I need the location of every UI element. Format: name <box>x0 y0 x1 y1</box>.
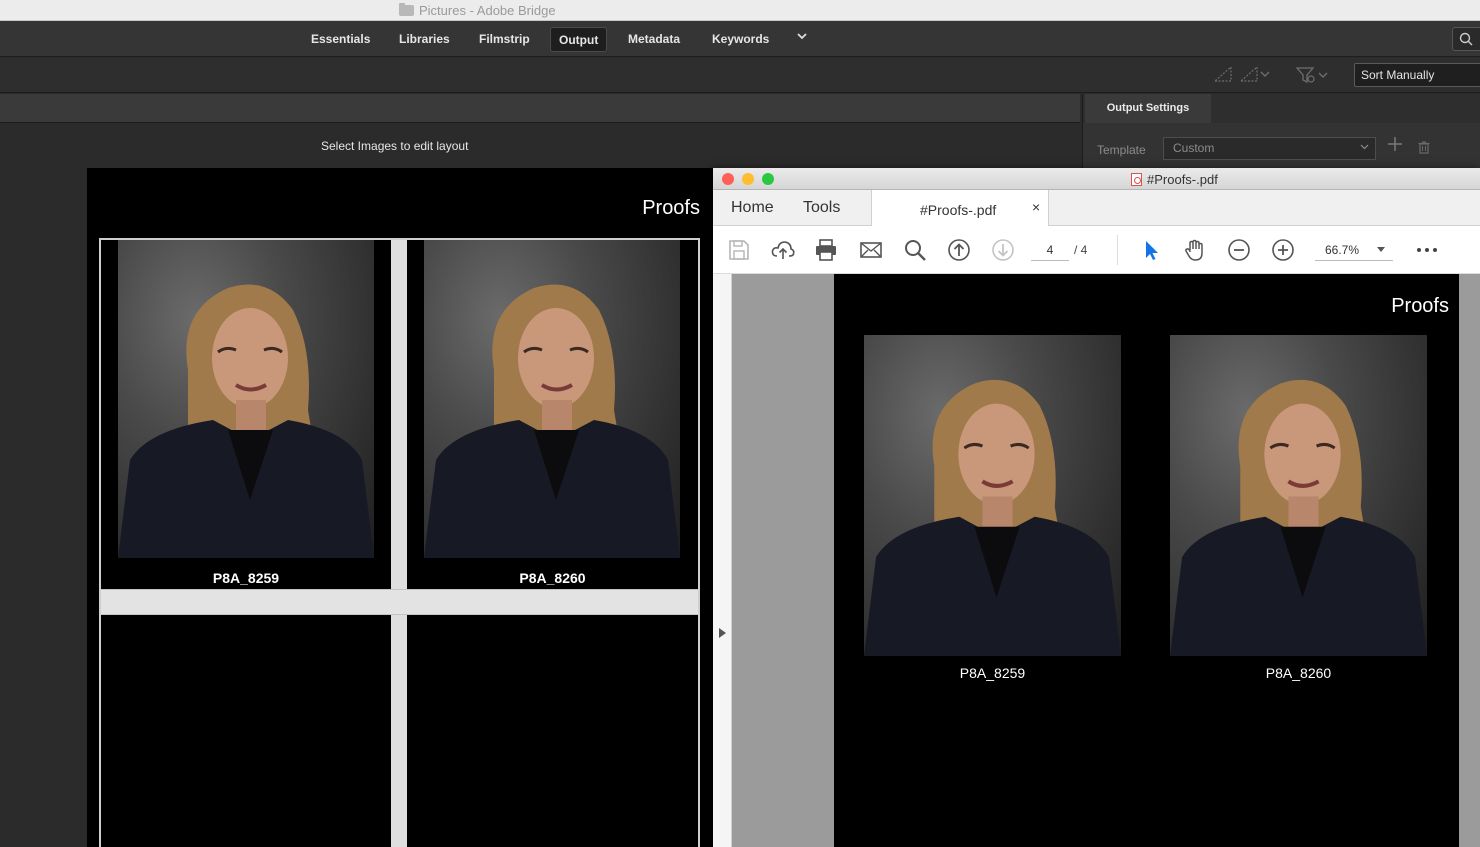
search-button[interactable] <box>1452 27 1480 51</box>
tab-output-settings[interactable]: Output Settings <box>1085 94 1211 123</box>
portrait-graphic <box>864 379 1121 656</box>
workspace-bar: Essentials Libraries Filmstrip Output Me… <box>0 21 1480 57</box>
next-page-icon[interactable] <box>991 238 1015 262</box>
grid-gutter-vertical <box>391 240 407 847</box>
portrait-graphic <box>1170 379 1427 656</box>
chevron-down-icon <box>1360 138 1369 159</box>
chevron-down-icon <box>1377 239 1385 261</box>
delete-template-icon[interactable] <box>1417 140 1431 159</box>
email-icon[interactable] <box>859 238 883 262</box>
thumbnail-caption: P8A_8259 <box>212 570 280 586</box>
tools-tab[interactable]: Tools <box>803 199 840 217</box>
zoom-level-dropdown[interactable]: 66.7% <box>1315 239 1393 261</box>
expand-panel-icon[interactable] <box>719 628 726 641</box>
acrobat-toolbar: 4 / 4 66.7% <box>713 226 1480 274</box>
document-tab-name: #Proofs-.pdf <box>920 202 997 218</box>
previous-page-icon[interactable] <box>947 238 971 262</box>
contact-sheet-grid: P8A_8259 P8A_8260 <box>99 238 700 847</box>
workspace-more-chevron-icon[interactable] <box>793 30 811 48</box>
workspace-tab-essentials[interactable]: Essentials <box>303 27 378 52</box>
window-title-text: Pictures - Adobe Bridge <box>419 3 556 18</box>
thumbnail-image <box>424 240 680 558</box>
zoom-in-icon[interactable] <box>1271 238 1295 262</box>
document-tab[interactable]: #Proofs-.pdf × <box>871 190 1049 226</box>
toolbar-divider <box>1117 235 1118 265</box>
zoom-out-icon[interactable] <box>1227 238 1251 262</box>
rating-filter-icon[interactable] <box>1213 65 1232 85</box>
add-template-icon[interactable] <box>1387 135 1403 158</box>
grid-cell-1[interactable]: P8A_8259 <box>101 240 391 589</box>
minimize-window-button[interactable] <box>742 173 754 185</box>
acrobat-tab-bar: Home Tools #Proofs-.pdf × <box>713 190 1480 226</box>
close-tab-icon[interactable]: × <box>1032 199 1040 215</box>
portrait-graphic <box>118 284 374 558</box>
workspace-tab-filmstrip[interactable]: Filmstrip <box>471 27 538 52</box>
filter-toolbar: Sort Manually <box>0 58 1480 93</box>
more-options-icon[interactable] <box>1415 238 1439 262</box>
hand-tool-icon[interactable] <box>1183 238 1207 262</box>
zoom-window-button[interactable] <box>762 173 774 185</box>
app-title-bar: Pictures - Adobe Bridge <box>0 0 1480 21</box>
print-icon[interactable] <box>814 238 838 262</box>
close-window-button[interactable] <box>722 173 734 185</box>
filter-funnel-icon[interactable] <box>1295 66 1330 87</box>
content-header-strip <box>0 94 1080 123</box>
save-icon[interactable] <box>727 238 751 262</box>
pdf-photo-1 <box>864 335 1121 656</box>
template-dropdown[interactable]: Custom <box>1163 137 1376 160</box>
workspace-tab-keywords[interactable]: Keywords <box>704 27 777 52</box>
label-filter-icon[interactable] <box>1239 65 1272 85</box>
portrait-graphic <box>424 284 680 558</box>
select-pointer-icon[interactable] <box>1139 238 1163 262</box>
search-icon <box>1459 32 1473 46</box>
thumbnail-caption: P8A_8260 <box>519 570 586 586</box>
grid-cell-2[interactable]: P8A_8260 <box>407 240 698 589</box>
upload-cloud-icon[interactable] <box>771 238 795 262</box>
zoom-value: 66.7% <box>1325 243 1360 257</box>
page-count: / 4 <box>1074 243 1088 257</box>
document-title-text: #Proofs-.pdf <box>1147 172 1218 187</box>
workspace-tab-output[interactable]: Output <box>550 27 608 52</box>
thumbnail-image <box>118 240 374 558</box>
document-viewport: Proofs P8A_8259 P8A_8260 <box>713 274 1480 847</box>
folder-icon <box>399 3 414 16</box>
preview-title: Proofs <box>642 197 700 219</box>
grid-gutter-horizontal <box>101 589 698 615</box>
left-panel-rail[interactable] <box>713 274 732 847</box>
pdf-photo-2 <box>1170 335 1427 656</box>
grid-cell-3[interactable] <box>101 615 391 847</box>
pdf-page: Proofs P8A_8259 P8A_8260 <box>834 274 1460 847</box>
pdf-photo-caption-2: P8A_8260 <box>1265 665 1332 681</box>
workspace-tab-metadata[interactable]: Metadata <box>620 27 688 52</box>
acrobat-title-bar: #Proofs-.pdf <box>713 168 1480 190</box>
workspace-tab-libraries[interactable]: Libraries <box>391 27 458 52</box>
window-title: Pictures - Adobe Bridge <box>399 3 556 18</box>
template-value: Custom <box>1173 141 1215 155</box>
search-icon[interactable] <box>903 238 927 262</box>
pdf-file-icon <box>1131 173 1142 186</box>
home-tab[interactable]: Home <box>731 199 774 217</box>
document-title: #Proofs-.pdf <box>1131 172 1218 187</box>
page-number-input[interactable]: 4 <box>1031 239 1069 261</box>
grid-cell-4[interactable] <box>407 615 698 847</box>
layout-hint-text: Select Images to edit layout <box>321 139 469 153</box>
sort-dropdown[interactable]: Sort Manually <box>1354 63 1480 87</box>
pdf-page-title: Proofs <box>1391 295 1449 317</box>
viewport-edge <box>1459 274 1480 847</box>
output-panel-tabs: Output Settings <box>1082 94 1480 123</box>
template-label: Template <box>1097 143 1146 157</box>
pdf-photo-caption-1: P8A_8259 <box>959 665 1026 681</box>
acrobat-window: #Proofs-.pdf Home Tools #Proofs-.pdf × 4… <box>713 168 1480 847</box>
output-preview-page: Proofs P8A_8259 P8A_8260 <box>87 168 715 847</box>
